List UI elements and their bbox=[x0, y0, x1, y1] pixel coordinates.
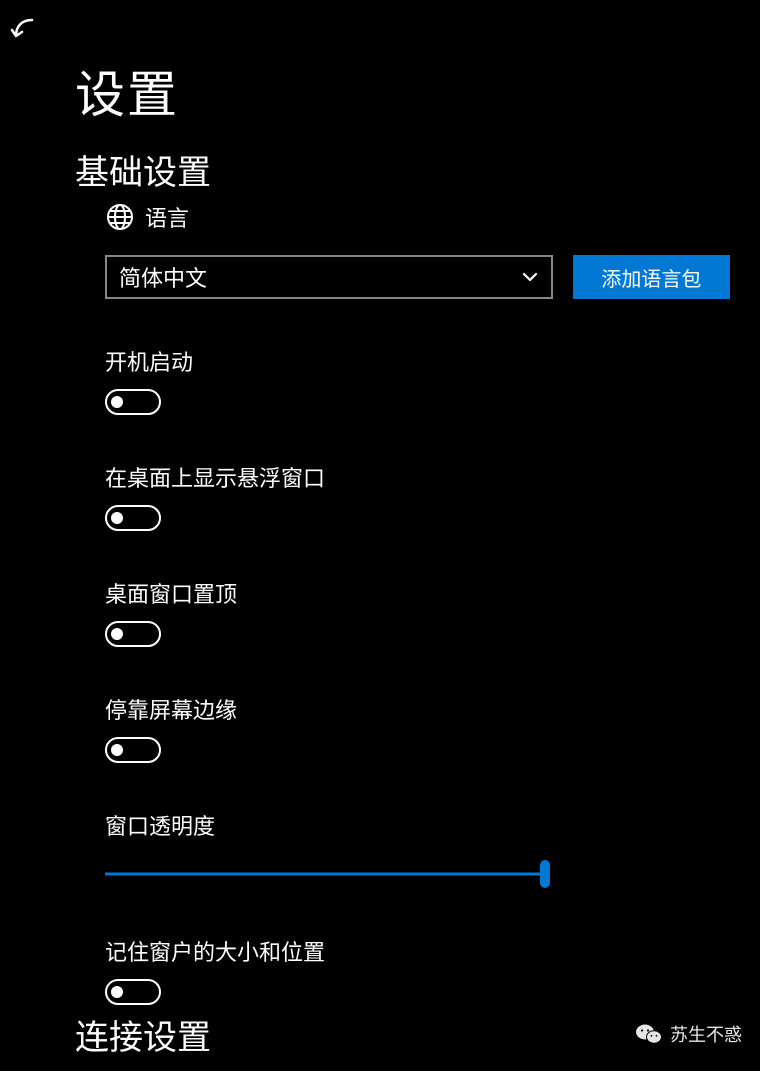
remember-size-pos-toggle[interactable] bbox=[105, 979, 161, 1005]
show-floating-toggle[interactable] bbox=[105, 505, 161, 531]
watermark: 苏生不惑 bbox=[636, 1021, 742, 1047]
always-on-top-toggle[interactable] bbox=[105, 621, 161, 647]
section-connection-title: 连接设置 bbox=[75, 1010, 211, 1059]
wechat-icon bbox=[636, 1023, 662, 1045]
remember-size-pos-label: 记住窗户的大小和位置 bbox=[105, 935, 730, 967]
startup-toggle[interactable] bbox=[105, 389, 161, 415]
startup-label: 开机启动 bbox=[105, 345, 730, 377]
slider-track bbox=[105, 873, 545, 876]
dock-edge-label: 停靠屏幕边缘 bbox=[105, 693, 730, 725]
add-language-pack-label: 添加语言包 bbox=[601, 263, 701, 292]
language-select[interactable]: 简体中文 bbox=[105, 255, 553, 299]
dock-edge-toggle[interactable] bbox=[105, 737, 161, 763]
opacity-slider[interactable] bbox=[105, 859, 545, 889]
language-select-value: 简体中文 bbox=[119, 261, 207, 293]
slider-thumb[interactable] bbox=[540, 860, 550, 888]
watermark-text: 苏生不惑 bbox=[670, 1021, 742, 1047]
back-arrow-icon bbox=[8, 12, 44, 48]
globe-icon bbox=[105, 202, 135, 232]
back-button[interactable] bbox=[8, 12, 44, 48]
always-on-top-label: 桌面窗口置顶 bbox=[105, 577, 730, 609]
chevron-down-icon bbox=[521, 268, 539, 286]
opacity-label: 窗口透明度 bbox=[105, 809, 730, 841]
show-floating-label: 在桌面上显示悬浮窗口 bbox=[105, 461, 730, 493]
language-label: 语言 bbox=[145, 201, 189, 233]
add-language-pack-button[interactable]: 添加语言包 bbox=[573, 255, 730, 299]
page-title: 设置 bbox=[75, 55, 179, 127]
section-basic-title: 基础设置 bbox=[75, 145, 211, 194]
